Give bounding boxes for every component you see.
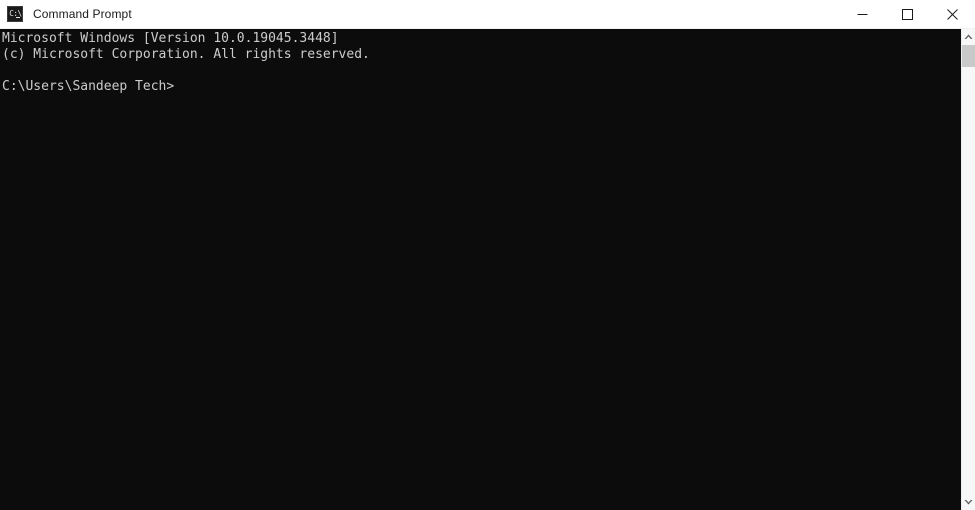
scrollbar-track[interactable]: [962, 45, 975, 494]
window-title: Command Prompt: [33, 7, 132, 21]
scrollbar-up-button[interactable]: [962, 29, 975, 45]
maximize-button[interactable]: [885, 0, 930, 29]
scrollbar-thumb[interactable]: [962, 45, 975, 67]
titlebar[interactable]: C:\ Command Prompt: [0, 0, 975, 29]
titlebar-left-group: C:\ Command Prompt: [0, 0, 840, 29]
window-controls: [840, 0, 975, 29]
minimize-icon: [857, 13, 868, 15]
chevron-down-icon: [964, 500, 973, 505]
chevron-up-icon: [964, 34, 973, 39]
command-prompt-icon-underscore: [16, 17, 20, 18]
console-output-area[interactable]: Microsoft Windows [Version 10.0.19045.34…: [0, 29, 961, 510]
command-prompt-icon: C:\: [7, 6, 23, 22]
maximize-icon: [902, 8, 913, 20]
command-prompt-window: C:\ Command Prompt Microsoft Windows [Ve…: [0, 0, 975, 510]
console-text: Microsoft Windows [Version 10.0.19045.34…: [2, 31, 370, 94]
minimize-button[interactable]: [840, 0, 885, 29]
scrollbar-down-button[interactable]: [962, 494, 975, 510]
vertical-scrollbar[interactable]: [961, 29, 975, 510]
close-icon: [947, 8, 958, 20]
close-button[interactable]: [930, 0, 975, 29]
